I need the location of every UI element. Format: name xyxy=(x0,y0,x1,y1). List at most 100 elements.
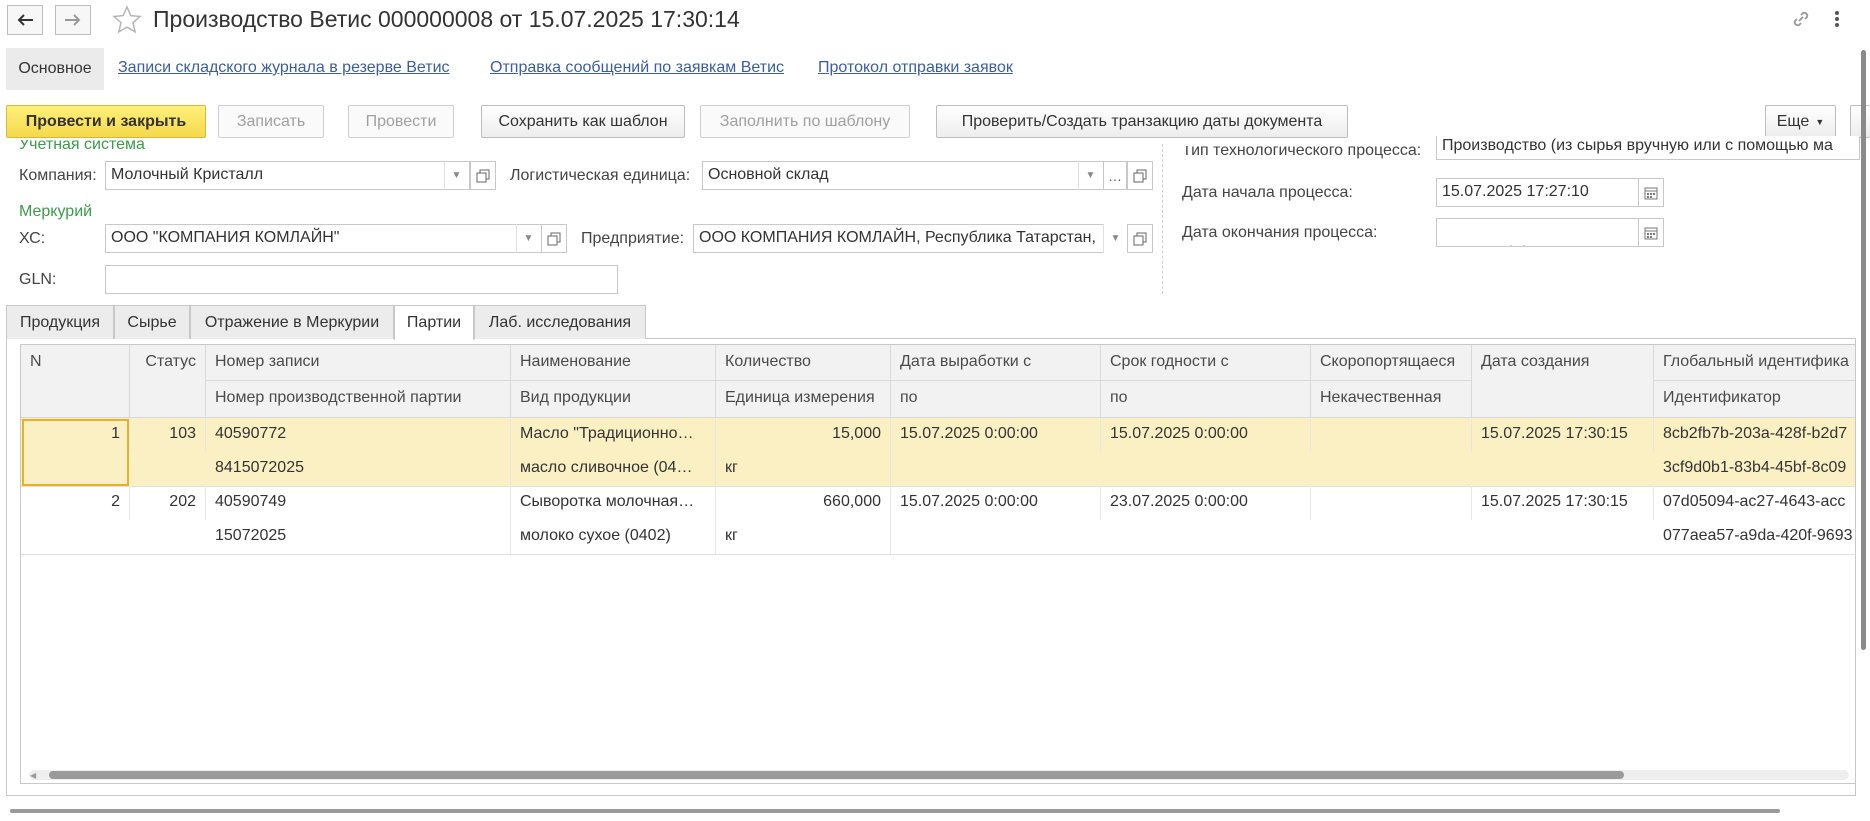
table-cell[interactable]: 40590749 xyxy=(206,486,511,520)
table-cell[interactable]: 15.07.2025 0:00:00 xyxy=(1101,418,1311,452)
enterprise-field[interactable]: ООО КОМПАНИЯ КОМЛАЙН, Республика Татарст… xyxy=(693,224,1104,253)
table-cell[interactable] xyxy=(1311,486,1472,520)
header-identifier[interactable]: Идентификатор xyxy=(1654,381,1855,418)
hs-open-button[interactable] xyxy=(541,224,567,253)
table-cell[interactable]: 1 xyxy=(21,418,130,452)
table-cell[interactable]: 40590772 xyxy=(206,418,511,452)
section-link-send-messages[interactable]: Отправка сообщений по заявкам Ветис xyxy=(490,59,784,77)
help-button[interactable] xyxy=(1850,105,1870,138)
section-link-send-protocol[interactable]: Протокол отправки заявок xyxy=(818,59,1013,77)
table-cell[interactable]: 3cf9d0b1-83b4-45bf-8c09 xyxy=(1654,452,1855,486)
more-button[interactable]: Еще ▼ xyxy=(1765,105,1836,138)
process-start-value: 15.07.2025 17:27:10 xyxy=(1442,183,1589,200)
table-cell[interactable]: 15.07.2025 17:30:15 xyxy=(1472,418,1654,452)
table-cell[interactable]: масло сливочное (04… xyxy=(511,452,716,486)
table-cell[interactable]: 2 xyxy=(21,486,130,520)
group-accounting-system: Учетная система xyxy=(19,140,145,153)
post-and-close-button[interactable]: Провести и закрыть xyxy=(6,105,206,138)
page-horizontal-scrollbar[interactable] xyxy=(10,809,1780,813)
table-cell[interactable]: кг xyxy=(716,452,891,486)
hs-dropdown-icon[interactable]: ▼ xyxy=(516,224,540,253)
table-cell[interactable]: 15072025 xyxy=(206,520,511,554)
table-cell[interactable]: кг xyxy=(716,520,891,554)
table-cell[interactable]: 15.07.2025 17:30:15 xyxy=(1472,486,1654,520)
vertical-scrollbar-thumb[interactable] xyxy=(1861,50,1866,650)
hs-field[interactable]: ООО "КОМПАНИЯ КОМЛАЙН" xyxy=(105,224,542,253)
table-cell[interactable]: 15,000 xyxy=(716,418,891,452)
enterprise-open-button[interactable] xyxy=(1127,224,1153,253)
hs-label: ХС: xyxy=(19,230,46,247)
table-cell[interactable]: 07d05094-ac27-4643-acc xyxy=(1654,486,1855,520)
section-main[interactable]: Основное xyxy=(6,48,104,90)
header-status[interactable]: Статус xyxy=(130,345,206,418)
table-cell[interactable]: 202 xyxy=(130,486,206,520)
tab-products[interactable]: Продукция xyxy=(6,305,114,339)
enterprise-dropdown-icon[interactable]: ▼ xyxy=(1103,224,1127,253)
logistic-unit-select-button[interactable]: … xyxy=(1103,161,1127,190)
check-create-transaction-button[interactable]: Проверить/Создать транзакцию даты докуме… xyxy=(936,105,1348,138)
header-unit[interactable]: Единица измерения xyxy=(716,381,891,418)
table-cell[interactable]: Сыворотка молочная… xyxy=(511,486,716,520)
table-cell[interactable]: 103 xyxy=(130,418,206,452)
gln-field[interactable] xyxy=(105,265,618,294)
table-cell[interactable]: 15.07.2025 0:00:00 xyxy=(891,486,1101,520)
table-cell[interactable] xyxy=(1311,418,1472,452)
link-icon[interactable] xyxy=(1790,8,1812,30)
open-window-icon xyxy=(1133,232,1147,245)
fill-from-template-button[interactable]: Заполнить по шаблону xyxy=(700,105,910,138)
logistic-unit-open-button[interactable] xyxy=(1127,161,1153,190)
header-production-date-to[interactable]: по xyxy=(891,381,1101,418)
logistic-unit-field[interactable]: Основной склад xyxy=(702,161,1104,190)
header-perishable[interactable]: Скоропортящаеся xyxy=(1311,345,1472,381)
company-value: Молочный Кристалл xyxy=(111,166,264,183)
tab-raw-materials[interactable]: Сырье xyxy=(114,305,190,339)
logistic-unit-label: Логистическая единица: xyxy=(510,167,691,184)
header-expiry-from[interactable]: Срок годности с xyxy=(1101,345,1311,381)
header-n[interactable]: N xyxy=(21,345,130,418)
table-cell[interactable]: Масло "Традиционно… xyxy=(511,418,716,452)
header-quantity[interactable]: Количество xyxy=(716,345,891,381)
company-dropdown-icon[interactable]: ▼ xyxy=(444,161,468,190)
process-start-label: Дата начала процесса: xyxy=(1182,184,1353,201)
table-cell[interactable]: молоко сухое (0402) xyxy=(511,520,716,554)
table-cell[interactable]: 077aea57-a9da-420f-9693 xyxy=(1654,520,1855,554)
tab-lab-research[interactable]: Лаб. исследования xyxy=(474,305,646,339)
company-field[interactable]: Молочный Кристалл xyxy=(105,161,470,190)
header-name[interactable]: Наименование xyxy=(511,345,716,381)
process-type-field[interactable]: Производство (из сырья вручную или с пом… xyxy=(1436,136,1860,160)
header-product-type[interactable]: Вид продукции xyxy=(511,381,716,418)
header-record-number[interactable]: Номер записи xyxy=(206,345,511,381)
horizontal-scrollbar-thumb[interactable] xyxy=(49,771,1624,779)
logistic-unit-dropdown-icon[interactable]: ▼ xyxy=(1078,161,1102,190)
process-end-calendar-button[interactable] xyxy=(1638,218,1664,247)
process-end-field[interactable]: . . : : xyxy=(1436,218,1640,247)
process-start-calendar-button[interactable] xyxy=(1638,178,1664,207)
tab-batches[interactable]: Партии xyxy=(394,305,474,340)
table-cell[interactable]: 23.07.2025 0:00:00 xyxy=(1101,486,1311,520)
batches-table[interactable]: N Статус Номер записи Наименование Колич… xyxy=(20,344,1856,784)
header-low-quality[interactable]: Некачественная xyxy=(1311,381,1472,418)
table-cell[interactable]: 8cb2fb7b-203a-428f-b2d7 xyxy=(1654,418,1855,452)
header-created-date[interactable]: Дата создания xyxy=(1472,345,1654,418)
tab-mercury-reflection[interactable]: Отражение в Меркурии xyxy=(190,305,394,339)
table-cell[interactable]: 660,000 xyxy=(716,486,891,520)
favorite-star-icon[interactable] xyxy=(112,5,142,35)
forward-button[interactable] xyxy=(55,5,91,35)
table-cell[interactable]: 15.07.2025 0:00:00 xyxy=(891,418,1101,452)
save-as-template-button[interactable]: Сохранить как шаблон xyxy=(481,105,685,138)
horizontal-scrollbar[interactable] xyxy=(29,770,1849,780)
section-link-warehouse-journal[interactable]: Записи складского журнала в резерве Вети… xyxy=(118,59,450,77)
header-expiry-to[interactable]: по xyxy=(1101,381,1311,418)
header-global-id[interactable]: Глобальный идентифика xyxy=(1654,345,1855,381)
scroll-left-arrow-icon[interactable]: ◀ xyxy=(30,771,36,780)
table-cell[interactable]: 8415072025 xyxy=(206,452,511,486)
header-batch-number[interactable]: Номер производственной партии xyxy=(206,381,511,418)
save-button[interactable]: Записать xyxy=(218,105,324,138)
company-open-button[interactable] xyxy=(470,161,496,190)
process-start-field[interactable]: 15.07.2025 17:27:10 xyxy=(1436,178,1640,207)
post-button[interactable]: Провести xyxy=(348,105,454,138)
back-button[interactable] xyxy=(7,5,43,35)
calendar-icon xyxy=(1644,227,1658,239)
more-vertical-icon[interactable] xyxy=(1832,8,1842,30)
header-production-date-from[interactable]: Дата выработки с xyxy=(891,345,1101,381)
